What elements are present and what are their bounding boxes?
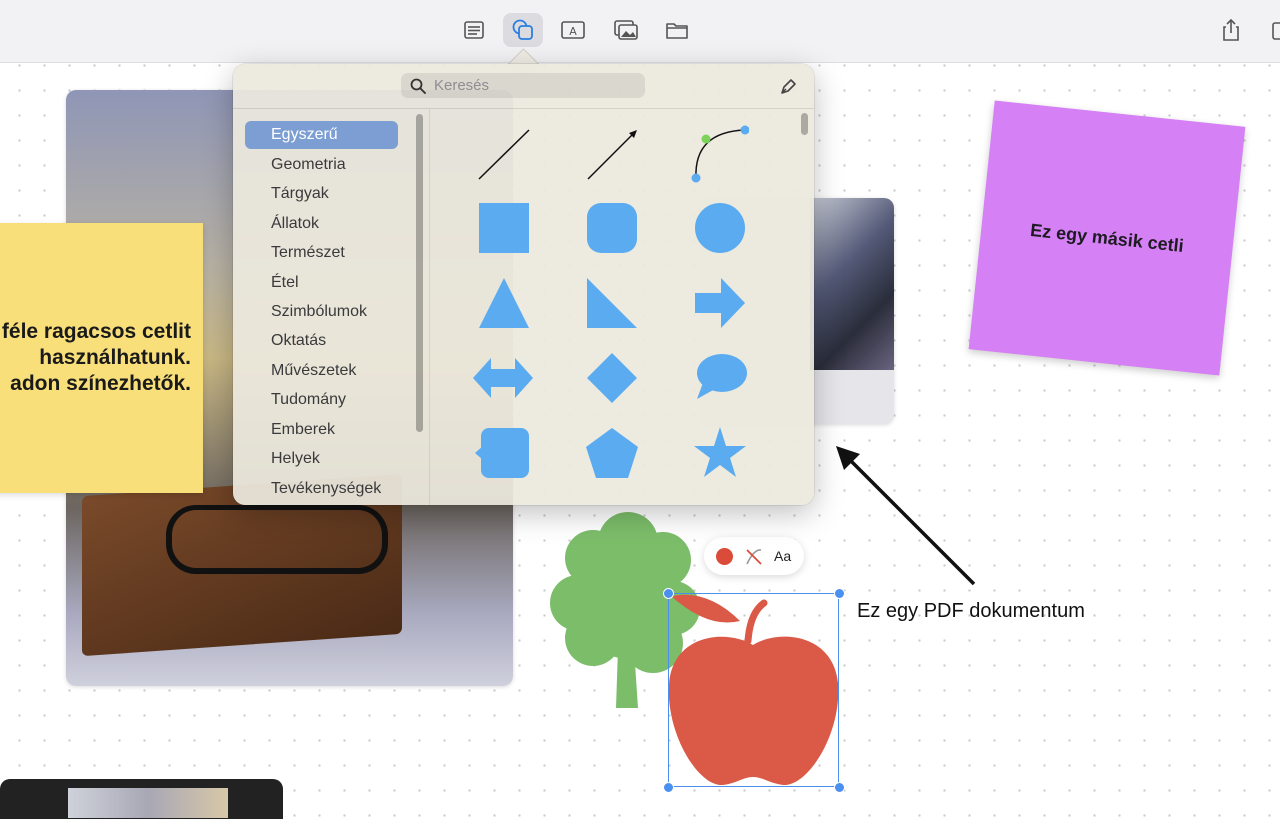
category-geometria[interactable]: Geometria: [245, 151, 398, 179]
star-shape[interactable]: [694, 427, 746, 477]
share-icon: [1223, 18, 1239, 41]
category-termeszet[interactable]: Természet: [245, 239, 398, 267]
selection-box: [668, 593, 839, 787]
shape-mini-toolbar: Aa: [704, 537, 804, 575]
pen-draw-icon[interactable]: [779, 76, 799, 96]
share-button[interactable]: [1211, 13, 1251, 47]
category-sidebar: Egyszerű Geometria Tárgyak Állatok Termé…: [233, 109, 430, 505]
category-szimbolumok[interactable]: Szimbólumok: [245, 298, 398, 326]
shapes-button[interactable]: [503, 13, 543, 47]
svg-text:A: A: [569, 25, 577, 38]
category-egyszeru[interactable]: Egyszerű: [245, 121, 398, 149]
yellow-note-line-1: féle ragacsos cetlit: [1, 320, 191, 343]
folder-button[interactable]: [657, 13, 697, 47]
text-box-button[interactable]: A: [553, 13, 593, 47]
toolbar: A: [0, 0, 1280, 63]
category-scrollbar[interactable]: [416, 114, 423, 432]
pentagon-shape[interactable]: [586, 428, 638, 478]
circle-shape[interactable]: [695, 203, 745, 253]
arrow-annotation[interactable]: [830, 440, 980, 590]
search-placeholder: Keresés: [434, 77, 490, 94]
glasses: [166, 505, 388, 574]
speech-bubble-shape[interactable]: [695, 353, 747, 403]
curve-shape[interactable]: [689, 124, 749, 184]
category-etel[interactable]: Étel: [245, 269, 398, 297]
text-style-button[interactable]: Aa: [774, 548, 791, 564]
text-box-icon: A: [561, 21, 585, 39]
shapes-scrollbar[interactable]: [801, 113, 808, 135]
laptop-screen: [68, 788, 228, 818]
category-tevekenysegek[interactable]: Tevékenységek: [245, 475, 398, 503]
category-emberek[interactable]: Emberek: [245, 416, 398, 444]
resize-handle-bottom-right[interactable]: [834, 782, 845, 793]
category-oktatas[interactable]: Oktatás: [245, 327, 398, 355]
diamond-shape[interactable]: [587, 353, 637, 403]
media-button[interactable]: [606, 13, 646, 47]
double-arrow-shape[interactable]: [473, 353, 533, 403]
category-targyak[interactable]: Tárgyak: [245, 180, 398, 208]
triangle-shape[interactable]: [479, 278, 529, 328]
shapes-popover: Keresés Egyszerű Geometria Tárgyak Állat…: [233, 64, 814, 505]
yellow-note-text: féle ragacsos cetlit használhatunk. adon…: [0, 319, 191, 397]
square-shape[interactable]: [479, 203, 529, 253]
laptop-photo[interactable]: [0, 779, 283, 819]
yellow-sticky-note[interactable]: féle ragacsos cetlit használhatunk. adon…: [0, 223, 203, 493]
search-icon: [410, 78, 426, 94]
pdf-label-text[interactable]: Ez egy PDF dokumentum: [857, 600, 1085, 623]
category-tudomany[interactable]: Tudomány: [245, 386, 398, 414]
category-helyek[interactable]: Helyek: [245, 445, 398, 473]
rounded-square-shape[interactable]: [587, 203, 637, 253]
shapes-icon: [512, 19, 533, 40]
website-screenshot-image: [810, 198, 894, 370]
compose-button[interactable]: [1262, 13, 1280, 47]
arrow-line-shape[interactable]: [585, 128, 641, 184]
yellow-note-line-2: használhatunk.: [39, 346, 191, 369]
callout-square-shape[interactable]: [475, 428, 529, 478]
resize-handle-bottom-left[interactable]: [663, 782, 674, 793]
yellow-note-line-3: adon színezhetők.: [10, 372, 191, 395]
text-box-list-button[interactable]: [454, 13, 494, 47]
line-shape[interactable]: [477, 128, 533, 184]
category-muveszetek[interactable]: Művészetek: [245, 357, 398, 385]
resize-handle-top-left[interactable]: [663, 588, 674, 599]
purple-note-text: Ez egy másik cetli: [1029, 219, 1185, 256]
category-allatok[interactable]: Állatok: [245, 210, 398, 238]
folder-icon: [666, 23, 688, 39]
search-field[interactable]: Keresés: [401, 73, 645, 98]
media-icon: [614, 20, 638, 40]
purple-sticky-note[interactable]: Ez egy másik cetli: [968, 100, 1246, 376]
stroke-none-icon[interactable]: [744, 547, 764, 567]
text-box-list-icon: [464, 21, 484, 39]
right-triangle-shape[interactable]: [587, 278, 637, 328]
fill-color-button[interactable]: [716, 548, 733, 565]
arrow-shape[interactable]: [695, 278, 745, 328]
compose-icon: [1272, 22, 1280, 40]
